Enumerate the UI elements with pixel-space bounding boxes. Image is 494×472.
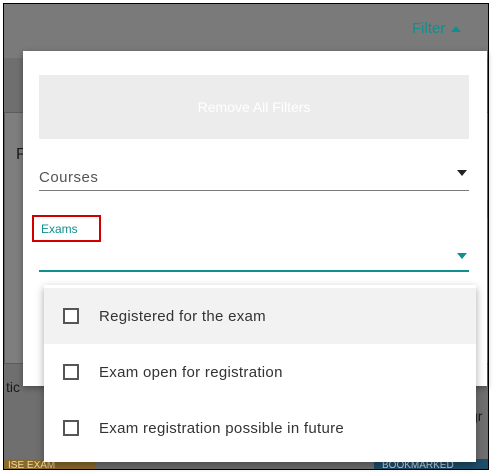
checkbox[interactable] <box>63 364 79 380</box>
exam-option-label: Exam open for registration <box>99 363 283 381</box>
caret-up-icon <box>451 25 462 32</box>
remove-all-filters-button[interactable]: Remove All Filters <box>39 75 469 139</box>
courses-select[interactable]: Courses <box>39 159 469 191</box>
exam-option-label: Registered for the exam <box>99 307 266 325</box>
exams-select-label: Exams <box>41 221 78 236</box>
checkbox[interactable] <box>63 420 79 436</box>
background-text-left-fragment: tic <box>6 379 20 395</box>
chevron-down-icon <box>457 253 467 259</box>
exams-dropdown-menu: Registered for the exam Exam open for re… <box>44 285 476 462</box>
courses-select-label: Courses <box>39 169 99 186</box>
checkbox[interactable] <box>63 308 79 324</box>
chevron-down-icon <box>457 170 467 176</box>
exam-option-future[interactable]: Exam registration possible in future <box>44 400 476 456</box>
exam-option-registered[interactable]: Registered for the exam <box>44 288 476 344</box>
exams-select[interactable] <box>39 219 469 272</box>
exams-label-highlight: Exams <box>32 215 101 242</box>
exam-option-open[interactable]: Exam open for registration <box>44 344 476 400</box>
filter-toggle-button[interactable]: Filter <box>412 20 462 37</box>
filter-toggle-label: Filter <box>412 20 446 37</box>
exam-option-label: Exam registration possible in future <box>99 419 345 437</box>
